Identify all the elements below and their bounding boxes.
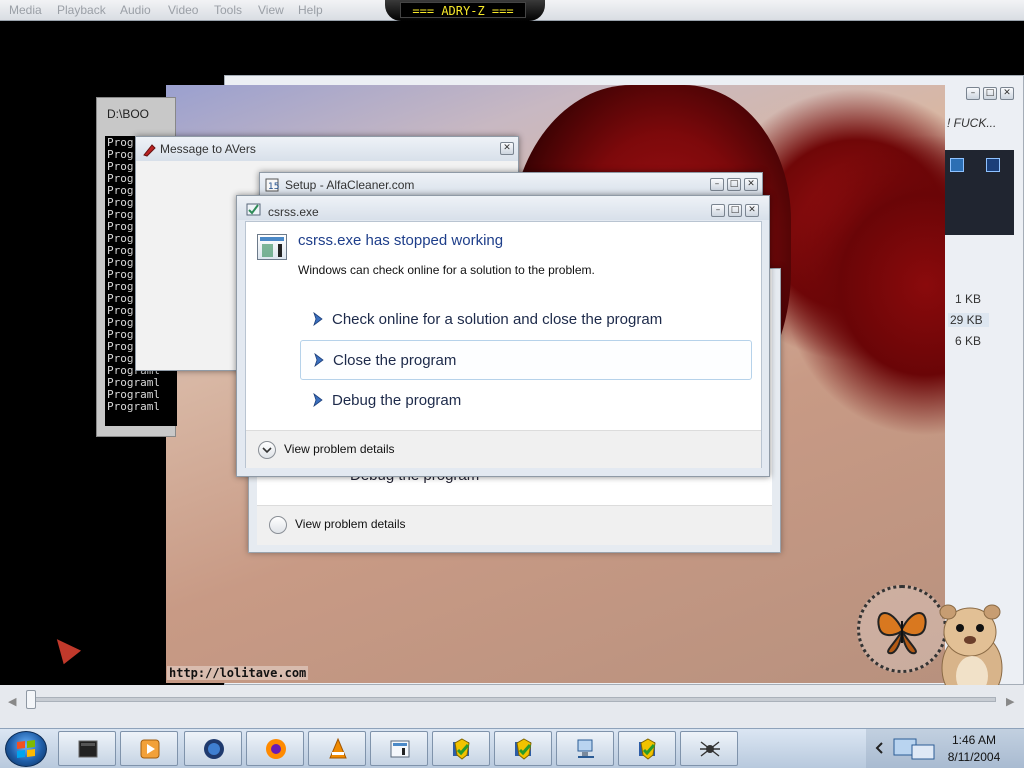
menu-audio[interactable]: Audio <box>120 3 151 17</box>
image-caption: http://lolitave.com <box>167 666 309 680</box>
menu-view[interactable]: View <box>258 3 284 17</box>
debug-program-option[interactable]: Debug the program <box>300 381 752 421</box>
close-button[interactable]: ✕ <box>745 204 759 217</box>
dialog-subtext: Windows can check online for a solution … <box>298 263 595 277</box>
program-window-icon <box>257 234 287 260</box>
file-size-selected[interactable]: 29 KB <box>948 313 989 327</box>
minimize-button[interactable]: – <box>711 204 725 217</box>
menu-tools[interactable]: Tools <box>214 3 242 17</box>
seek-forward-icon[interactable]: ▶ <box>1006 695 1014 708</box>
clock-date[interactable]: 8/11/2004 <box>945 750 1003 764</box>
maximize-button[interactable]: □ <box>728 204 742 217</box>
dialog-heading: csrss.exe has stopped working <box>298 232 504 249</box>
console-app-icon <box>78 740 98 758</box>
vlc-icon <box>329 737 347 759</box>
shield-check-icon <box>515 738 532 760</box>
arrow-right-icon <box>313 312 323 326</box>
message-titlebar[interactable]: Message to AVers ✕ <box>136 137 518 161</box>
console-title: D:\BOO <box>107 107 150 121</box>
menu-help[interactable]: Help <box>298 3 323 17</box>
minimize-button[interactable]: – <box>966 87 980 100</box>
arrow-right-icon <box>314 353 324 367</box>
maximize-button[interactable]: □ <box>727 178 741 191</box>
dialog-title: csrss.exe <box>268 205 319 219</box>
network-icon[interactable] <box>892 735 938 763</box>
file-size: 6 KB <box>955 334 982 348</box>
taskbar-button[interactable] <box>432 731 490 766</box>
taskbar-button[interactable] <box>184 731 242 766</box>
dialog-footer: View problem details <box>246 430 761 468</box>
taskbar-button[interactable] <box>370 731 428 766</box>
shield-check-icon <box>453 738 470 760</box>
seek-back-icon[interactable]: ◀ <box>8 695 16 708</box>
shield-check-icon <box>639 738 656 760</box>
taskbar-button[interactable] <box>494 731 552 766</box>
taskbar-button[interactable] <box>120 731 178 766</box>
mouse-cursor-icon <box>48 631 82 665</box>
network-computer-icon <box>577 739 594 758</box>
start-button[interactable] <box>5 731 47 767</box>
setup-title: Setup - AlfaCleaner.com <box>285 178 415 192</box>
truncated-title: ! FUCK... <box>947 116 997 130</box>
setup-titlebar[interactable]: 15 Setup - AlfaCleaner.com – □ ✕ <box>260 173 762 197</box>
seek-bar-area: ◀ ▶ <box>0 685 1024 715</box>
taskbar-button[interactable] <box>308 731 366 766</box>
program-window-icon <box>390 740 410 758</box>
view-details-button[interactable]: View problem details <box>284 442 395 456</box>
close-button[interactable]: ✕ <box>744 178 758 191</box>
menu-playback[interactable]: Playback <box>57 3 106 17</box>
taskbar-button[interactable] <box>556 731 614 766</box>
pen-icon <box>143 144 156 157</box>
option-label: Debug the program <box>332 392 462 409</box>
dialog-titlebar[interactable]: csrss.exe – □ ✕ <box>237 196 769 220</box>
setup-icon: 15 <box>265 178 279 192</box>
menu-media[interactable]: Media <box>9 3 42 17</box>
taskbar-button[interactable] <box>618 731 676 766</box>
seek-slider-handle[interactable] <box>26 690 36 709</box>
chevron-down-icon[interactable] <box>269 516 287 534</box>
player-title: === ADRY-Z === <box>400 2 526 18</box>
spider-icon <box>700 741 720 757</box>
close-button[interactable]: ✕ <box>1000 87 1014 100</box>
file-size: 1 KB <box>955 292 982 306</box>
firefox-old-icon <box>204 739 224 759</box>
player-controls <box>0 714 1024 728</box>
clock-time[interactable]: 1:46 AM <box>945 733 1003 747</box>
firefox-icon <box>266 739 286 759</box>
minimize-button[interactable]: – <box>710 178 724 191</box>
console-line: Programl <box>107 400 160 413</box>
butterfly-icon <box>877 612 927 655</box>
taskbar-button[interactable] <box>680 731 738 766</box>
check-online-option[interactable]: Check online for a solution and close th… <box>300 300 752 340</box>
taskbar-button[interactable] <box>246 731 304 766</box>
option-label: Close the program <box>333 352 457 369</box>
error-dialog[interactable]: csrss.exe – □ ✕ csrss.exe has stopped wo… <box>236 195 770 477</box>
window-icon[interactable] <box>950 158 964 172</box>
option-label: Check online for a solution and close th… <box>332 311 663 328</box>
ghost-footer: View problem details <box>257 505 772 545</box>
svg-text:15: 15 <box>268 182 279 192</box>
tray-arrow-icon[interactable] <box>874 741 886 755</box>
dark-toolbar-strip <box>944 150 1014 235</box>
menu-video[interactable]: Video <box>168 3 198 17</box>
app-icon[interactable] <box>986 158 1000 172</box>
message-title: Message to AVers <box>160 142 256 156</box>
taskbar-button[interactable] <box>58 731 116 766</box>
ghost-details-label[interactable]: View problem details <box>295 517 406 531</box>
windows-logo-icon <box>17 740 35 758</box>
program-icon <box>246 203 261 216</box>
chevron-down-icon[interactable] <box>258 441 276 459</box>
close-button[interactable]: ✕ <box>500 142 514 155</box>
maximize-button[interactable]: □ <box>983 87 997 100</box>
close-program-option[interactable]: Close the program <box>300 340 752 380</box>
dialog-content: csrss.exe has stopped working Windows ca… <box>245 221 762 468</box>
arrow-right-icon <box>313 393 323 407</box>
media-player-icon <box>140 739 160 759</box>
seek-track[interactable] <box>28 697 996 702</box>
